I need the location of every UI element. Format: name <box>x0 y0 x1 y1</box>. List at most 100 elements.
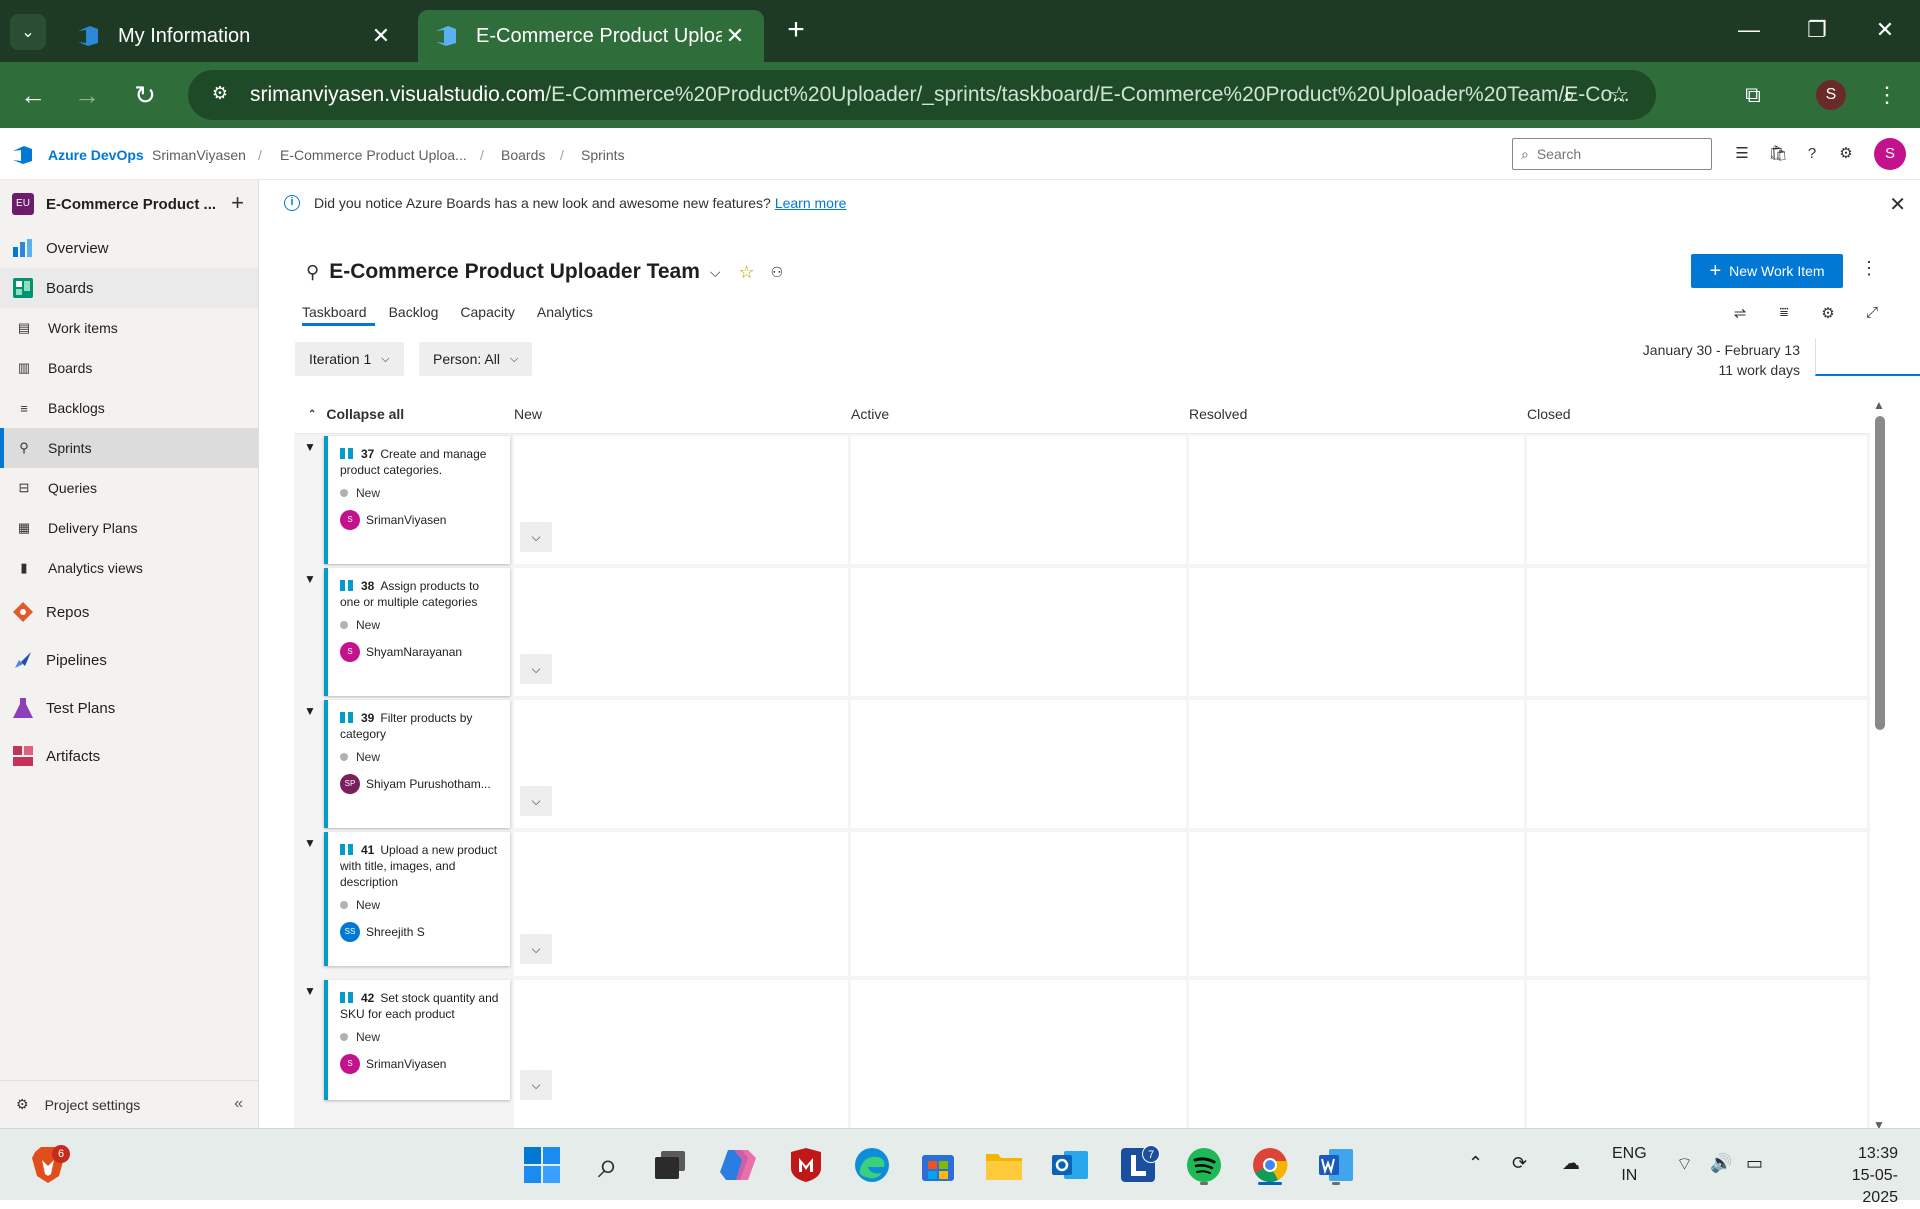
tab-close-icon[interactable]: ✕ <box>368 25 394 47</box>
cell-new[interactable] <box>514 980 851 1128</box>
marketplace-icon[interactable]: 🛍 <box>1766 142 1790 166</box>
expand-tasks-button[interactable]: ⌵ <box>520 1070 552 1100</box>
cell-new[interactable] <box>514 436 851 564</box>
bookmark-star-icon[interactable]: ☆ <box>1598 74 1640 116</box>
row-collapse-icon[interactable]: ▼ <box>304 572 316 586</box>
work-item-card[interactable]: 37 Create and manage product categories. … <box>324 436 510 564</box>
azure-devops-logo-icon[interactable] <box>12 146 34 164</box>
tab-analytics[interactable]: Analytics <box>529 304 601 326</box>
cell-closed[interactable] <box>1527 980 1870 1128</box>
new-work-item-button[interactable]: + New Work Item <box>1691 254 1843 288</box>
close-window-button[interactable]: ✕ <box>1860 10 1910 50</box>
tab-capacity[interactable]: Capacity <box>452 304 522 326</box>
favorite-star-icon[interactable]: ☆ <box>739 262 755 283</box>
tab-search-button[interactable]: ⌄ <box>10 14 46 50</box>
work-item-card[interactable]: 39 Filter products by category New SP Shiy… <box>324 700 510 828</box>
cell-active[interactable] <box>851 980 1189 1128</box>
cell-new[interactable] <box>514 568 851 696</box>
task-list-icon[interactable]: ☰ <box>1730 142 1754 166</box>
profile-avatar[interactable]: S <box>1816 80 1846 110</box>
expand-tasks-button[interactable]: ⌵ <box>520 786 552 816</box>
cell-resolved[interactable] <box>1189 568 1527 696</box>
cell-new[interactable] <box>514 832 851 976</box>
card-assignee[interactable]: SS Shreejith S <box>340 922 500 942</box>
nav-overview[interactable]: Overview <box>0 228 258 268</box>
breadcrumb-project[interactable]: E-Commerce Product Uploa... <box>280 147 467 163</box>
cell-active[interactable] <box>851 568 1189 696</box>
browser-menu-icon[interactable]: ⋮ <box>1866 74 1908 116</box>
breadcrumb-org[interactable]: SrimanViyasen <box>152 147 246 163</box>
onedrive-cloud-icon[interactable]: ☁ <box>1562 1153 1580 1174</box>
site-info-icon[interactable]: ⚙ <box>208 83 232 107</box>
settings-gear-icon[interactable]: ⚙ <box>1816 304 1840 328</box>
edge-icon[interactable] <box>848 1141 896 1189</box>
user-settings-icon[interactable]: ⚙ <box>1834 142 1858 166</box>
card-assignee[interactable]: S SrimanViyasen <box>340 1054 500 1074</box>
person-filter[interactable]: Person: All ⌵ <box>419 342 533 376</box>
restore-button[interactable]: ❐ <box>1792 10 1842 50</box>
nav-pipelines[interactable]: Pipelines <box>0 640 258 680</box>
expand-tasks-button[interactable]: ⌵ <box>520 654 552 684</box>
chevron-up-icon[interactable]: ⌃ <box>1468 1153 1483 1174</box>
cell-closed[interactable] <box>1527 832 1870 976</box>
tab-close-icon[interactable]: ✕ <box>722 25 748 47</box>
address-bar[interactable]: ⚙ srimanviyasen.visualstudio.com/E-Comme… <box>188 70 1656 120</box>
tab-backlog[interactable]: Backlog <box>381 304 447 326</box>
iteration-picker[interactable]: Iteration 1 ⌵ <box>295 342 404 376</box>
card-assignee[interactable]: SP Shiyam Purushotham... <box>340 774 500 794</box>
tab-taskboard[interactable]: Taskboard <box>294 304 375 326</box>
start-windows-icon[interactable] <box>518 1141 566 1189</box>
zoom-icon[interactable]: ⌕ <box>1548 74 1590 116</box>
brand-link[interactable]: Azure DevOps <box>48 147 144 163</box>
breadcrumb-boards[interactable]: Boards <box>501 147 545 163</box>
row-collapse-icon[interactable]: ▼ <box>304 440 316 454</box>
breadcrumb-sprints[interactable]: Sprints <box>581 147 625 163</box>
close-icon[interactable]: ✕ <box>1889 192 1906 217</box>
cell-closed[interactable] <box>1527 436 1870 564</box>
project-settings[interactable]: ⚙ Project settings « <box>0 1080 259 1128</box>
chrome-icon[interactable] <box>1246 1141 1294 1189</box>
new-tab-button[interactable]: + <box>778 12 814 48</box>
outlook-icon[interactable] <box>1046 1141 1094 1189</box>
card-assignee[interactable]: S SrimanViyasen <box>340 510 500 530</box>
nav-delivery-plans[interactable]: ▦ Delivery Plans <box>0 508 258 548</box>
fullscreen-icon[interactable]: ⤢ <box>1860 304 1884 328</box>
nav-boards[interactable]: ▥ Boards <box>0 348 258 388</box>
browser-tab-ecommerce[interactable]: E-Commerce Product Uploader ✕ <box>418 10 764 62</box>
scroll-up-icon[interactable]: ▲ <box>1873 398 1885 412</box>
search-icon[interactable]: ⌕ <box>584 1141 632 1189</box>
project-selector[interactable]: EU E-Commerce Product ... + <box>0 180 258 228</box>
back-button[interactable]: ← <box>12 74 54 116</box>
view-options-icon[interactable]: ⇌ <box>1728 304 1752 328</box>
team-title[interactable]: E-Commerce Product Uploader Team <box>329 260 700 284</box>
expand-tasks-button[interactable]: ⌵ <box>520 522 552 552</box>
card-assignee[interactable]: S ShyamNarayanan <box>340 642 500 662</box>
task-view-icon[interactable] <box>646 1141 694 1189</box>
system-clock[interactable]: 13:39 15-05-2025 <box>1828 1143 1898 1209</box>
chevron-down-icon[interactable]: ⌵ <box>710 264 721 281</box>
copilot-icon[interactable] <box>714 1141 762 1189</box>
reload-button[interactable]: ↻ <box>124 74 166 116</box>
work-item-card[interactable]: 42 Set stock quantity and SKU for each pr… <box>324 980 510 1100</box>
row-collapse-icon[interactable]: ▼ <box>304 836 316 850</box>
battery-icon[interactable]: ▭ <box>1746 1153 1763 1174</box>
mcafee-icon[interactable] <box>782 1141 830 1189</box>
brave-icon[interactable]: 6 <box>24 1141 72 1189</box>
help-icon[interactable]: ? <box>1800 142 1824 166</box>
row-collapse-icon[interactable]: ▼ <box>304 704 316 718</box>
collapse-all-button[interactable]: ⌃ Collapse all <box>308 406 404 422</box>
nav-boards-hub[interactable]: Boards <box>0 268 258 308</box>
collapse-sidebar-icon[interactable]: « <box>234 1095 243 1113</box>
nav-queries[interactable]: ⊟ Queries <box>0 468 258 508</box>
vertical-scrollbar[interactable]: ▲ ▼ <box>1872 394 1888 1132</box>
cell-closed[interactable] <box>1527 568 1870 696</box>
cell-closed[interactable] <box>1527 700 1870 828</box>
expand-tasks-button[interactable]: ⌵ <box>520 934 552 964</box>
nav-test-plans[interactable]: Test Plans <box>0 688 258 728</box>
cell-resolved[interactable] <box>1189 980 1527 1128</box>
forward-button[interactable]: → <box>66 74 108 116</box>
language-indicator[interactable]: ENG IN <box>1612 1143 1647 1187</box>
work-item-card[interactable]: 41 Upload a new product with title, image… <box>324 832 510 966</box>
extensions-icon[interactable]: ⧉ <box>1732 74 1774 116</box>
wifi-icon[interactable]: ⌔ <box>1676 1153 1693 1176</box>
